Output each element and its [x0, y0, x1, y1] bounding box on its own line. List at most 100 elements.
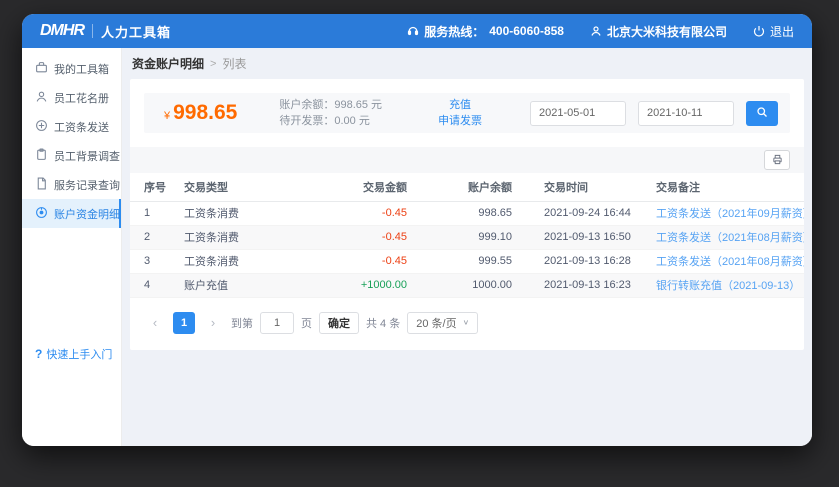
topbar: DMHR 人力工具箱 服务热线： 400-6060-858 北京大米科: [22, 14, 812, 48]
col-header-time: 交易时间: [530, 173, 642, 201]
sidebar-item-account-funds[interactable]: 账户资金明细: [22, 199, 121, 228]
balance-line: 账户余额：998.65 元: [279, 97, 382, 113]
col-header-balance: 账户余额: [425, 173, 530, 201]
cell-time: 2021-09-13 16:23: [530, 273, 642, 297]
sidebar-item-label: 我的工具箱: [54, 61, 109, 77]
table-toolbar: [130, 147, 804, 173]
chevron-down-icon: ∨: [463, 318, 470, 327]
cell-remark-link[interactable]: 工资条发送（2021年08月薪资）: [656, 256, 804, 268]
search-icon: [756, 106, 768, 121]
power-icon: [753, 25, 765, 37]
breadcrumb-current: 资金账户明细: [132, 55, 204, 72]
page-word: 页: [301, 315, 312, 331]
invoice-line: 待开发票：0.00 元: [279, 113, 382, 129]
cell-type: 工资条消费: [170, 249, 320, 273]
goto-label: 到第: [231, 315, 253, 331]
cell-remark-link[interactable]: 工资条发送（2021年08月薪资）: [656, 232, 804, 244]
pagination: ‹ 1 › 到第 页 确定 共 4 条 20 条/页 ∨: [144, 312, 790, 334]
sidebar-item-employee-roster[interactable]: 员工花名册: [22, 83, 121, 112]
balance-detail-lines: 账户余额：998.65 元 待开发票：0.00 元: [279, 97, 382, 129]
balance-value: 998.65: [173, 101, 237, 125]
cell-remark-link[interactable]: 银行转账充值（2021-09-13）: [656, 280, 800, 292]
table-row: 3 工资条消费 -0.45 999.55 2021-09-13 16:28 工资…: [130, 249, 804, 273]
search-button[interactable]: [746, 101, 778, 126]
quick-start-label: 快速上手入门: [46, 346, 112, 362]
cell-index: 4: [130, 273, 170, 297]
recharge-link[interactable]: 充值: [449, 97, 471, 113]
sidebar-item-label: 账户资金明细: [54, 206, 120, 222]
cell-amount: -0.45: [382, 207, 407, 219]
content-panel: ¥ 998.65 账户余额：998.65 元 待开发票：0.00 元 充值 申请…: [130, 79, 804, 350]
sidebar-item-label: 工资条发送: [54, 119, 109, 135]
transactions-table: 序号 交易类型 交易金额 账户余额 交易时间 交易备注 1 工资条消费 -0.4: [130, 173, 804, 298]
breadcrumb: 资金账户明细 > 列表: [122, 48, 812, 77]
company-name: 北京大米科技有限公司: [607, 23, 727, 40]
user-icon: [590, 25, 602, 37]
cell-amount: -0.45: [382, 255, 407, 267]
main-area: 资金账户明细 > 列表 ¥ 998.65 账户余额：998.65 元 待开发票：…: [122, 48, 812, 446]
cell-balance: 998.65: [425, 201, 530, 225]
col-header-type: 交易类型: [170, 173, 320, 201]
page-size-value: 20 条/页: [416, 315, 456, 331]
breadcrumb-separator: >: [210, 58, 216, 70]
confirm-button[interactable]: 确定: [319, 312, 359, 334]
cell-type: 工资条消费: [170, 201, 320, 225]
printer-icon: [772, 153, 783, 168]
brand-divider: [92, 24, 93, 38]
balance-summary-card: ¥ 998.65 账户余额：998.65 元 待开发票：0.00 元 充值 申请…: [144, 93, 790, 133]
company-menu[interactable]: 北京大米科技有限公司: [590, 23, 727, 40]
quick-start-link[interactable]: ? 快速上手入门: [35, 346, 112, 362]
cell-balance: 999.10: [425, 225, 530, 249]
hotline-number: 400-6060-858: [489, 24, 564, 38]
end-date-input[interactable]: [638, 101, 734, 126]
headset-icon: [407, 25, 419, 37]
toolbox-icon: [35, 61, 48, 77]
sidebar-item-payslip-send[interactable]: 工资条发送: [22, 112, 121, 141]
prev-page-button[interactable]: ‹: [144, 312, 166, 334]
total-count: 共 4 条: [366, 315, 400, 331]
page-size-select[interactable]: 20 条/页 ∨: [407, 312, 478, 334]
table-row: 2 工资条消费 -0.45 999.10 2021-09-13 16:50 工资…: [130, 225, 804, 249]
col-header-remark: 交易备注: [642, 173, 804, 201]
cell-type: 账户充值: [170, 273, 320, 297]
col-header-index: 序号: [130, 173, 170, 201]
circle-plus-icon: [35, 119, 48, 135]
cell-index: 2: [130, 225, 170, 249]
table-row: 1 工资条消费 -0.45 998.65 2021-09-24 16:44 工资…: [130, 201, 804, 225]
cell-time: 2021-09-24 16:44: [530, 201, 642, 225]
target-icon: [35, 206, 48, 222]
sidebar: 我的工具箱 员工花名册 工资条发送: [22, 48, 122, 446]
currency-symbol: ¥: [164, 110, 170, 122]
page-1-button[interactable]: 1: [173, 312, 195, 334]
print-button[interactable]: [764, 150, 790, 170]
cell-balance: 999.55: [425, 249, 530, 273]
brand-logo: DMHR: [40, 22, 84, 40]
sidebar-item-label: 员工背景调查: [54, 148, 120, 164]
cell-time: 2021-09-13 16:28: [530, 249, 642, 273]
cell-remark-link[interactable]: 工资条发送（2021年09月薪资）: [656, 208, 804, 220]
cell-time: 2021-09-13 16:50: [530, 225, 642, 249]
sidebar-item-background-check[interactable]: 员工背景调查: [22, 141, 121, 170]
cell-index: 3: [130, 249, 170, 273]
logout-button[interactable]: 退出: [753, 23, 794, 40]
request-invoice-link[interactable]: 申请发票: [438, 113, 482, 129]
col-header-amount: 交易金额: [320, 173, 425, 201]
cell-amount: -0.45: [382, 231, 407, 243]
sidebar-item-my-toolbox[interactable]: 我的工具箱: [22, 54, 121, 83]
service-hotline: 服务热线： 400-6060-858: [407, 23, 564, 40]
table-header-row: 序号 交易类型 交易金额 账户余额 交易时间 交易备注: [130, 173, 804, 201]
hotline-label: 服务热线：: [424, 23, 484, 40]
breadcrumb-page[interactable]: 列表: [222, 55, 246, 72]
clipboard-icon: [35, 148, 48, 164]
sidebar-item-service-records[interactable]: 服务记录查询: [22, 170, 121, 199]
cell-balance: 1000.00: [425, 273, 530, 297]
sidebar-item-label: 服务记录查询: [54, 177, 120, 193]
goto-page-input[interactable]: [260, 312, 294, 334]
sidebar-item-label: 员工花名册: [54, 90, 109, 106]
cell-amount: +1000.00: [361, 279, 407, 291]
start-date-input[interactable]: [530, 101, 626, 126]
app-window: DMHR 人力工具箱 服务热线： 400-6060-858 北京大米科: [22, 14, 812, 446]
next-page-button[interactable]: ›: [202, 312, 224, 334]
table-row: 4 账户充值 +1000.00 1000.00 2021-09-13 16:23…: [130, 273, 804, 297]
cell-index: 1: [130, 201, 170, 225]
